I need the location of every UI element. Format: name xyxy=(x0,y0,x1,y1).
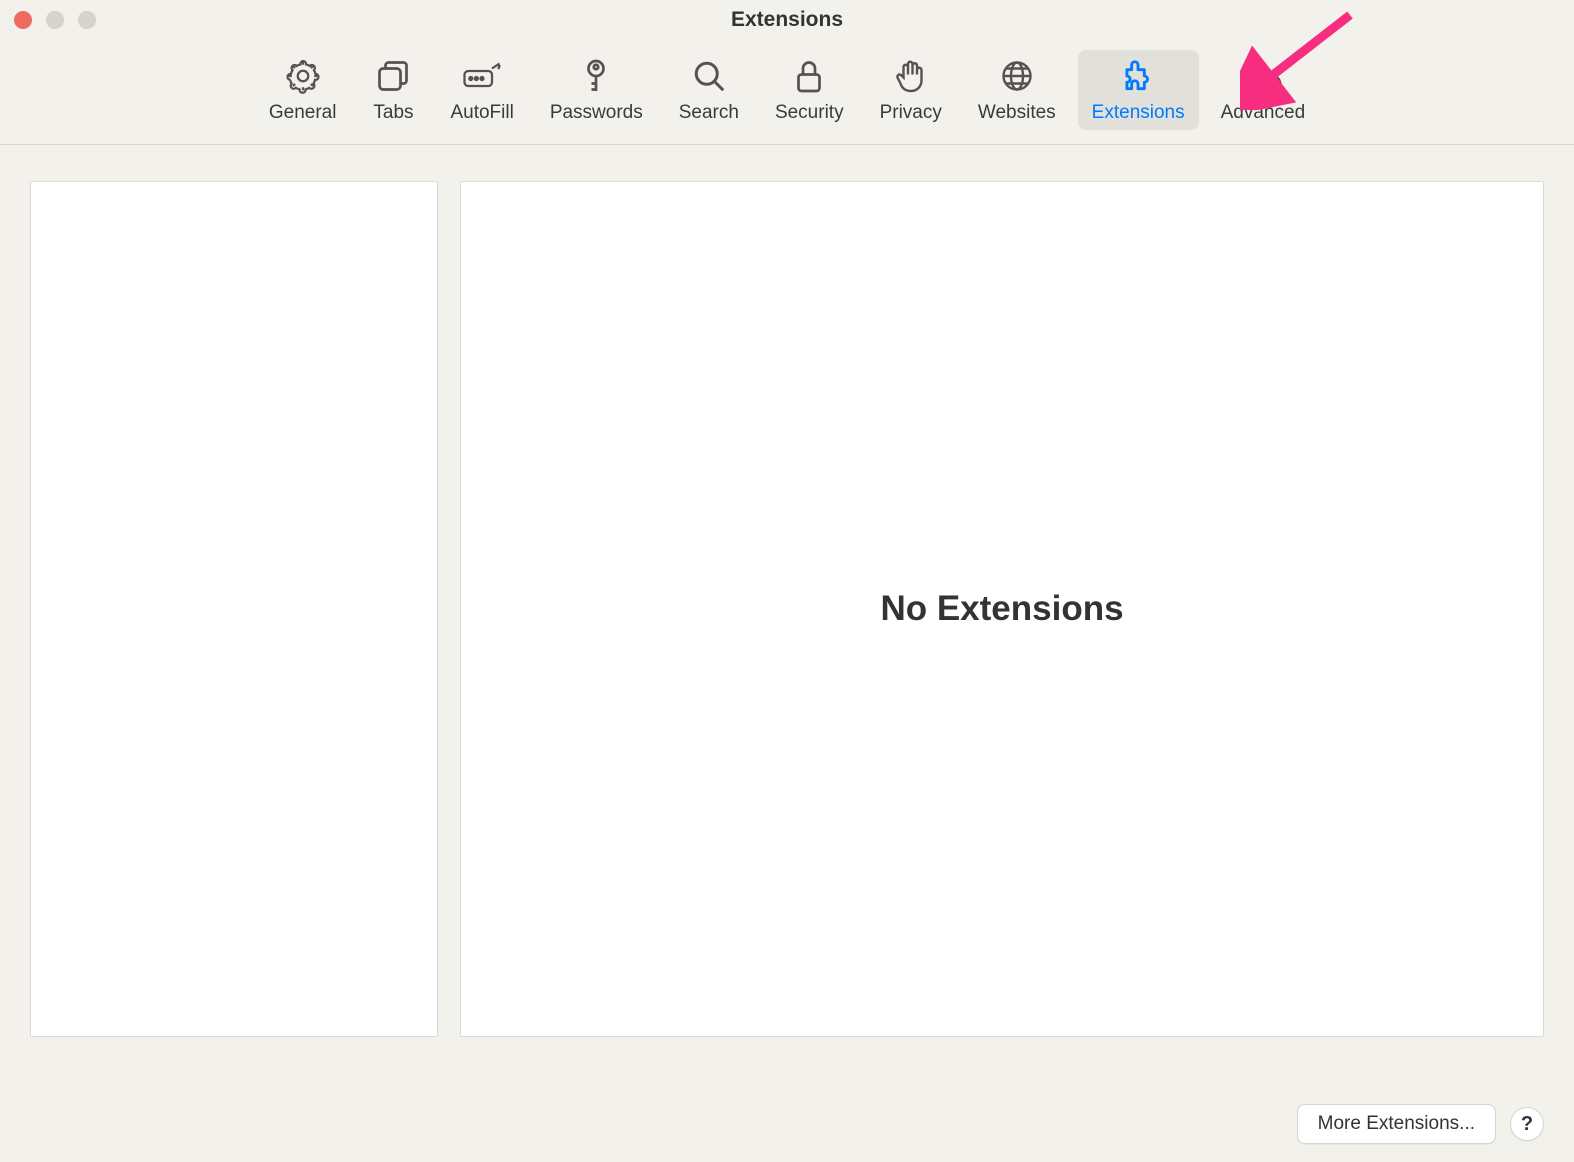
toolbar-item-general[interactable]: General xyxy=(255,50,351,130)
toolbar-label: Advanced xyxy=(1221,102,1306,124)
traffic-lights xyxy=(14,11,96,29)
minimize-window-button[interactable] xyxy=(46,11,64,29)
toolbar-label: Passwords xyxy=(550,102,643,124)
search-icon xyxy=(689,56,729,96)
toolbar-item-tabs[interactable]: Tabs xyxy=(358,50,428,130)
maximize-window-button[interactable] xyxy=(78,11,96,29)
toolbar-label: Privacy xyxy=(880,102,942,124)
autofill-icon xyxy=(462,56,502,96)
globe-icon xyxy=(997,56,1037,96)
puzzle-icon xyxy=(1118,56,1158,96)
close-window-button[interactable] xyxy=(14,11,32,29)
toolbar-item-search[interactable]: Search xyxy=(665,50,753,130)
titlebar: Extensions xyxy=(0,0,1574,40)
toolbar-item-advanced[interactable]: Advanced xyxy=(1207,50,1320,130)
toolbar-label: Websites xyxy=(978,102,1056,124)
toolbar-item-security[interactable]: Security xyxy=(761,50,858,130)
toolbar-label: General xyxy=(269,102,337,124)
toolbar-label: Extensions xyxy=(1092,102,1185,124)
toolbar-label: Security xyxy=(775,102,844,124)
lock-icon xyxy=(789,56,829,96)
footer: More Extensions... ? xyxy=(1297,1104,1544,1144)
help-button[interactable]: ? xyxy=(1510,1107,1544,1141)
window-title: Extensions xyxy=(731,8,843,32)
gears-icon xyxy=(1243,56,1283,96)
toolbar-label: Search xyxy=(679,102,739,124)
toolbar-item-passwords[interactable]: Passwords xyxy=(536,50,657,130)
toolbar-label: Tabs xyxy=(373,102,413,124)
hand-icon xyxy=(891,56,931,96)
toolbar-item-autofill[interactable]: AutoFill xyxy=(436,50,527,130)
toolbar-item-privacy[interactable]: Privacy xyxy=(866,50,956,130)
gear-icon xyxy=(283,56,323,96)
preferences-toolbar: General Tabs AutoFill xyxy=(0,40,1574,145)
toolbar-item-extensions[interactable]: Extensions xyxy=(1078,50,1199,130)
extensions-list-panel xyxy=(30,181,438,1037)
toolbar-label: AutoFill xyxy=(450,102,513,124)
toolbar-item-websites[interactable]: Websites xyxy=(964,50,1070,130)
no-extensions-message: No Extensions xyxy=(880,589,1123,629)
key-icon xyxy=(576,56,616,96)
content-area: No Extensions xyxy=(0,145,1574,1055)
extension-detail-panel: No Extensions xyxy=(460,181,1544,1037)
more-extensions-button[interactable]: More Extensions... xyxy=(1297,1104,1496,1144)
tabs-icon xyxy=(373,56,413,96)
